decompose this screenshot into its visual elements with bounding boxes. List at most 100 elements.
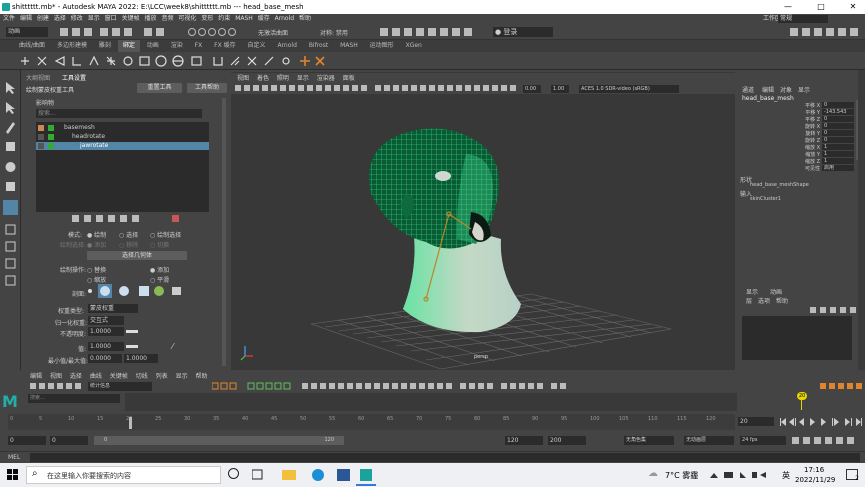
file-tools-icons[interactable] (60, 27, 260, 37)
paint-op-scale[interactable]: ○ 缩放 (87, 275, 106, 284)
range-slider[interactable]: 0 120 (94, 436, 344, 445)
playhead-marker[interactable]: 20 (797, 392, 807, 400)
mel-input[interactable] (30, 453, 860, 462)
layer-tool-icons[interactable] (810, 306, 860, 314)
mode-radio-paint-select[interactable]: ○ 绘制选择 (150, 230, 181, 239)
maximize-button[interactable]: □ (811, 1, 831, 13)
tab-tool-settings[interactable]: 工具设置 (62, 73, 86, 82)
opacity-slider[interactable] (126, 330, 138, 333)
mode-radio-paint[interactable]: ● 绘制 (87, 230, 106, 239)
toolbox-icons[interactable] (3, 80, 18, 365)
min-value-input[interactable]: 0.0000 (88, 354, 122, 363)
shelf-tab[interactable]: MASH (335, 40, 363, 52)
menu-item[interactable]: Arnold (275, 14, 294, 24)
mode-radio-select[interactable]: ○ 选择 (119, 230, 138, 239)
range-end-input[interactable]: 120 (505, 436, 543, 445)
graph-menu-item[interactable]: 关键帧 (110, 373, 128, 380)
graph-area[interactable] (125, 393, 737, 411)
menu-item[interactable]: 窗口 (105, 14, 117, 24)
graph-search-input[interactable]: 搜索... (28, 394, 120, 403)
menu-item[interactable]: 修改 (71, 14, 83, 24)
tool-help-button[interactable]: 工具帮助 (187, 83, 227, 93)
windows-start-icon[interactable] (7, 469, 19, 481)
render-icons[interactable] (380, 27, 480, 37)
graph-menu-item[interactable]: 选择 (70, 373, 82, 380)
shelf-tab[interactable]: FX (190, 40, 208, 52)
channel-row[interactable]: 平移 X0 (768, 102, 854, 109)
fps-dropdown[interactable]: 24 fps (740, 436, 786, 445)
viewport-canvas[interactable]: persp (231, 94, 735, 370)
menu-item[interactable]: 选择 (54, 14, 66, 24)
channel-row[interactable]: 可见性 启用 (768, 165, 854, 172)
exposure-field[interactable]: 0.00 (523, 85, 541, 93)
graph-right-icons[interactable] (820, 382, 864, 391)
channel-row[interactable]: 旋转 Z0 (768, 137, 854, 144)
graph-tool-icons[interactable] (212, 382, 572, 391)
channel-value[interactable]: 0 (822, 137, 854, 143)
menu-item[interactable]: 编辑 (20, 14, 32, 24)
channel-row[interactable]: 旋转 Y0 (768, 130, 854, 137)
layer-menu-item[interactable]: 层 (746, 296, 752, 305)
paint-select-toggle[interactable]: ○ 切换 (150, 240, 169, 249)
viewport-menu-item[interactable]: 面板 (343, 73, 355, 84)
shelf-tab[interactable]: Arnold (272, 40, 301, 52)
anim-layer-dropdown[interactable]: 无动画层 (684, 436, 734, 445)
shelf-tab[interactable]: 雕刻 (94, 40, 116, 52)
command-line[interactable]: MEL (0, 451, 865, 463)
eyedropper-icon[interactable]: ⁄ (172, 342, 173, 351)
viewport-menu-item[interactable]: 照明 (277, 73, 289, 84)
range-start-input[interactable]: 0 (50, 436, 88, 445)
cortana-icon[interactable] (228, 468, 239, 479)
menu-item[interactable]: 音频 (161, 14, 173, 24)
max-value-input[interactable]: 1.0000 (124, 354, 158, 363)
menu-item[interactable]: 缓存 (258, 14, 270, 24)
taskbar-apps[interactable] (252, 468, 372, 482)
shelf-tab[interactable]: 运动图形 (365, 40, 399, 52)
list-item[interactable]: basemesh (36, 124, 209, 132)
channel-value[interactable]: 1 (822, 144, 854, 150)
graph-menu-item[interactable]: 切线 (136, 373, 148, 380)
ime-indicator[interactable]: 英 (782, 470, 790, 481)
viewport-menu-item[interactable]: 视图 (237, 73, 249, 84)
channel-value[interactable]: 0 (822, 123, 854, 129)
login-dropdown[interactable]: ● 登录 (493, 27, 553, 37)
graph-menu-item[interactable]: 帮助 (196, 373, 208, 380)
shelf-tab[interactable]: 动画 (142, 40, 164, 52)
channel-row[interactable]: 平移 Z0 (768, 116, 854, 123)
channel-tab[interactable]: 显示 (798, 85, 810, 94)
paint-op-smooth[interactable]: ○ 平滑 (150, 275, 169, 284)
clock-date[interactable]: 2022/11/29 (795, 476, 835, 484)
system-tray-icons[interactable] (710, 470, 770, 480)
channel-tab[interactable]: 编辑 (762, 85, 774, 94)
channel-value[interactable]: 启用 (822, 165, 854, 171)
channel-row[interactable]: 平移 Y -143.543 (768, 109, 854, 116)
opacity-input[interactable]: 1.0000 (88, 327, 124, 336)
paint-op-replace[interactable]: ○ 替换 (87, 265, 106, 274)
shelf-tab[interactable]: XGen (401, 40, 427, 52)
paint-select-add[interactable]: ● 添加 (87, 240, 106, 249)
channel-value[interactable]: 1 (822, 158, 854, 164)
graph-menu-item[interactable]: 编辑 (30, 373, 42, 380)
weather-icon[interactable]: ☁ (648, 468, 658, 479)
layer-menu-item[interactable]: 选项 (758, 296, 770, 305)
minimize-button[interactable]: — (778, 1, 798, 13)
graph-menu-item[interactable]: 视图 (50, 373, 62, 380)
channel-row[interactable]: 缩放 Z1 (768, 158, 854, 165)
tab-outliner[interactable]: 大纲视图 (26, 73, 50, 82)
viewport-toolbar-icons[interactable] (235, 85, 525, 93)
live-surface-label[interactable]: 无激活曲面 (258, 28, 288, 37)
influence-tools-icons[interactable] (72, 214, 192, 224)
shape-name[interactable]: head_base_meshShape (750, 182, 809, 188)
shelf-tab[interactable]: 曲线/曲面 (14, 40, 50, 52)
graph-tool-icons-left[interactable] (30, 382, 85, 391)
rigging-shelf-icons[interactable] (18, 54, 328, 68)
menu-item[interactable]: 创建 (37, 14, 49, 24)
menu-item[interactable]: 关键帧 (122, 14, 140, 24)
panel-toggle-icons[interactable] (790, 27, 860, 37)
menu-item[interactable]: 变形 (201, 14, 213, 24)
symmetry-dropdown[interactable]: 对称: 禁用 (320, 28, 348, 37)
current-frame-input[interactable]: 20 (738, 417, 774, 426)
layer-tab-display[interactable]: 显示 (746, 287, 758, 296)
menu-item[interactable]: 播放 (145, 14, 157, 24)
close-button[interactable]: ✕ (843, 1, 863, 13)
